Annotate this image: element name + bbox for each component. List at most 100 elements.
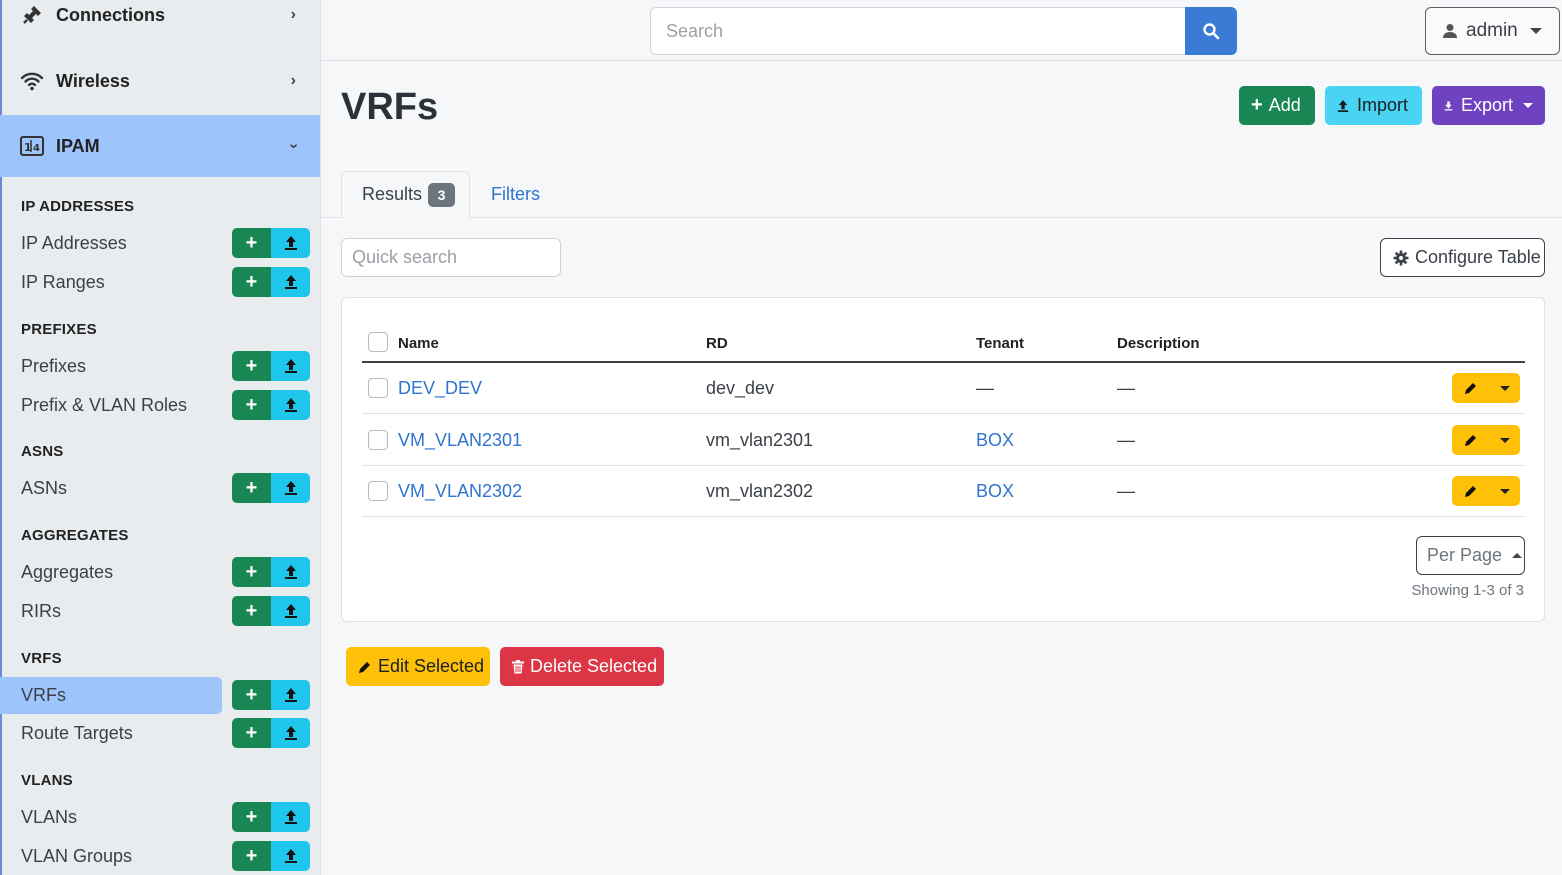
edit-selected-button[interactable]: Edit Selected	[346, 647, 490, 686]
add-button[interactable]: +	[232, 557, 271, 587]
quick-search-input[interactable]	[341, 238, 561, 277]
nav-ipam[interactable]: 14 IPAM ›	[0, 115, 320, 177]
sidebar-item-prefixes[interactable]: Prefixes +	[0, 348, 320, 385]
ipam-icon: 14	[20, 134, 44, 158]
edit-selected-label: Edit Selected	[378, 656, 485, 676]
nav-ipam-label: IPAM	[56, 135, 100, 156]
upload-icon	[284, 275, 297, 289]
user-icon	[1443, 24, 1457, 38]
import-button[interactable]	[271, 390, 310, 420]
pagination-summary: Showing 1-3 of 3	[1411, 582, 1524, 599]
sidebar-item-label: Route Targets	[21, 723, 133, 743]
section-aggregates: AGGREGATES	[21, 527, 129, 544]
select-all-checkbox[interactable]	[368, 332, 388, 352]
search-input[interactable]	[650, 7, 1186, 55]
sidebar-item-ip-addresses[interactable]: IP Addresses +	[0, 225, 320, 262]
caret-down-icon	[1500, 385, 1510, 391]
import-button[interactable]	[271, 596, 310, 626]
sidebar: Connections › Wireless › 14 IPAM › IP AD…	[0, 0, 321, 875]
sidebar-item-vrfs[interactable]: VRFs +	[0, 677, 320, 714]
chevron-right-icon: ›	[290, 72, 296, 89]
sidebar-item-label: Prefixes	[21, 356, 87, 376]
vrf-name-link[interactable]: VM_VLAN2302	[398, 481, 522, 502]
import-button[interactable]	[271, 228, 310, 258]
chevron-down-icon: ›	[285, 143, 303, 149]
delete-selected-button[interactable]: Delete Selected	[500, 647, 664, 686]
row-actions-dropdown[interactable]	[1490, 437, 1520, 443]
tabs-divider	[321, 217, 1562, 218]
wifi-icon	[20, 69, 44, 93]
import-button[interactable]	[271, 841, 310, 871]
tab-filters[interactable]: Filters	[491, 184, 540, 205]
import-button[interactable]	[271, 802, 310, 832]
pencil-icon[interactable]	[1452, 484, 1490, 498]
sidebar-item-label: VLAN Groups	[21, 846, 133, 866]
add-button[interactable]: +	[232, 267, 271, 297]
row-actions-dropdown[interactable]	[1490, 385, 1520, 391]
add-button[interactable]: +	[232, 228, 271, 258]
add-button[interactable]: + Add	[1239, 86, 1315, 125]
column-header-description[interactable]: Description	[1117, 335, 1200, 352]
sidebar-item-prefix-vlan-roles[interactable]: Prefix & VLAN Roles +	[0, 387, 320, 424]
vrf-name-link[interactable]: VM_VLAN2301	[398, 430, 522, 451]
add-button[interactable]: +	[232, 718, 271, 748]
upload-icon	[284, 810, 297, 824]
tab-results-label: Results	[362, 184, 423, 204]
sidebar-item-label: VRFs	[21, 685, 66, 705]
pencil-icon[interactable]	[1452, 433, 1490, 447]
upload-icon	[284, 849, 297, 863]
sidebar-item-ip-ranges[interactable]: IP Ranges +	[0, 264, 320, 301]
sidebar-item-label: RIRs	[21, 601, 61, 621]
sidebar-item-label: IP Ranges	[21, 272, 105, 292]
export-button[interactable]: Export	[1432, 86, 1545, 125]
column-header-rd[interactable]: RD	[706, 335, 728, 352]
pencil-icon[interactable]	[1452, 381, 1490, 395]
row-checkbox[interactable]	[368, 430, 388, 450]
import-button[interactable]	[271, 351, 310, 381]
delete-selected-label: Delete Selected	[530, 656, 658, 676]
chevron-right-icon: ›	[290, 6, 296, 23]
vrf-tenant-link[interactable]: BOX	[976, 481, 1014, 502]
import-button[interactable]: Import	[1325, 86, 1422, 125]
row-checkbox[interactable]	[368, 481, 388, 501]
add-button[interactable]: +	[232, 596, 271, 626]
pencil-icon	[358, 660, 372, 674]
add-button[interactable]: +	[232, 841, 271, 871]
nav-wireless-label: Wireless	[56, 70, 130, 91]
section-ip-addresses: IP ADDRESSES	[21, 198, 135, 215]
import-button[interactable]	[271, 473, 310, 503]
add-button[interactable]: +	[232, 680, 271, 710]
row-actions-dropdown[interactable]	[1490, 488, 1520, 494]
sidebar-item-route-targets[interactable]: Route Targets +	[0, 715, 320, 752]
column-header-tenant[interactable]: Tenant	[976, 335, 1024, 352]
plus-icon: +	[1251, 94, 1263, 116]
gear-icon	[1393, 250, 1409, 266]
import-button[interactable]	[271, 557, 310, 587]
sidebar-item-vlan-groups[interactable]: VLAN Groups +	[0, 838, 320, 875]
user-menu-button[interactable]: admin	[1425, 7, 1560, 55]
upload-icon	[284, 236, 297, 250]
vrf-tenant-link[interactable]: BOX	[976, 430, 1014, 451]
tab-results[interactable]: Results 3	[341, 171, 470, 218]
import-button[interactable]	[271, 267, 310, 297]
vrf-name-link[interactable]: DEV_DEV	[398, 378, 482, 399]
configure-table-button[interactable]: Configure Table	[1380, 238, 1545, 277]
sidebar-item-aggregates[interactable]: Aggregates +	[0, 554, 320, 591]
add-button[interactable]: +	[232, 390, 271, 420]
export-button-label: Export	[1460, 95, 1513, 115]
per-page-dropdown[interactable]: Per Page	[1416, 536, 1525, 575]
sidebar-item-vlans[interactable]: VLANs +	[0, 799, 320, 836]
add-button[interactable]: +	[232, 802, 271, 832]
sidebar-item-asns[interactable]: ASNs +	[0, 470, 320, 507]
nav-wireless[interactable]: Wireless ›	[0, 50, 320, 112]
add-button[interactable]: +	[232, 473, 271, 503]
search-button[interactable]	[1185, 7, 1237, 55]
column-header-name[interactable]: Name	[398, 335, 439, 352]
nav-connections[interactable]: Connections ›	[0, 0, 320, 46]
sidebar-item-rirs[interactable]: RIRs +	[0, 593, 320, 630]
import-button[interactable]	[271, 718, 310, 748]
plug-icon	[20, 3, 44, 27]
add-button[interactable]: +	[232, 351, 271, 381]
row-checkbox[interactable]	[368, 378, 388, 398]
import-button[interactable]	[271, 680, 310, 710]
